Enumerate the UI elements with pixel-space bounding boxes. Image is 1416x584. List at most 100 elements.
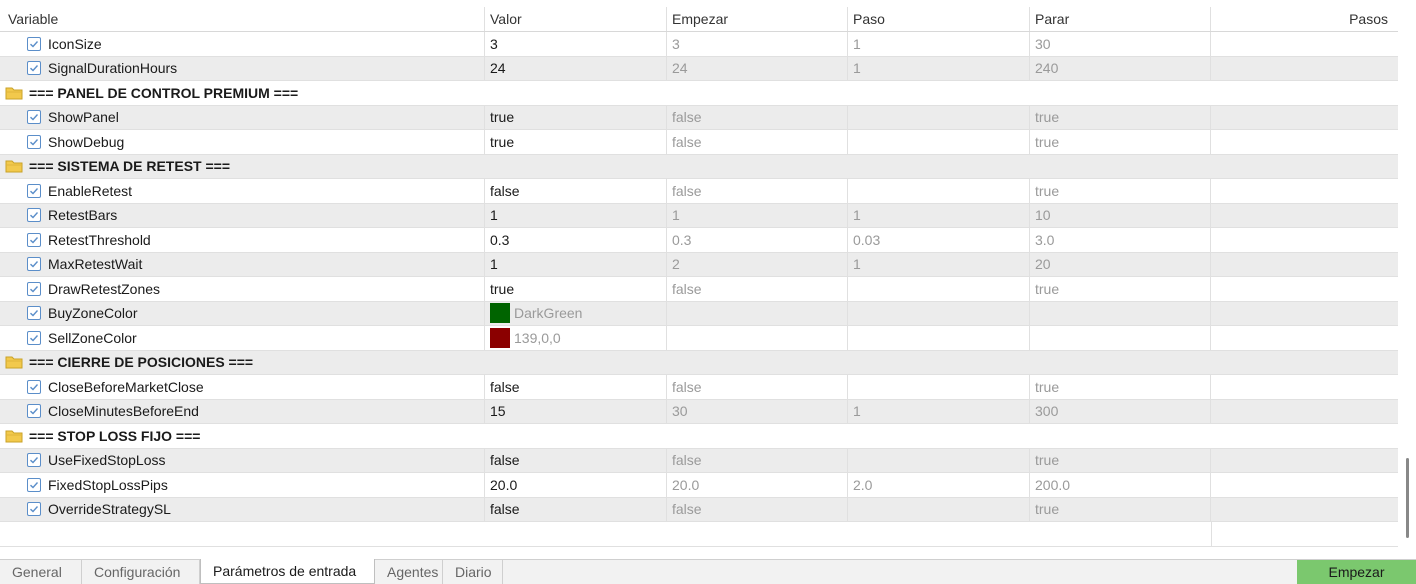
optimize-checkbox[interactable] [27,330,41,345]
step-cell[interactable]: 2.0 [848,473,1030,497]
group-row[interactable]: === SISTEMA DE RETEST === [0,154,1398,179]
start-cell[interactable]: false [667,448,848,472]
value-cell[interactable]: 15 [485,399,667,423]
parameter-row[interactable]: EnableRetest false false true [0,179,1398,204]
tab-configuracion[interactable]: Configuración [82,560,200,584]
vertical-scrollbar[interactable] [1404,0,1416,559]
start-button[interactable]: Empezar [1297,560,1416,584]
stop-cell[interactable]: 240 [1030,56,1211,80]
optimize-checkbox[interactable] [27,404,41,419]
header-start[interactable]: Empezar [667,7,848,31]
group-row[interactable]: === CIERRE DE POSICIONES === [0,350,1398,375]
step-cell[interactable] [848,277,1030,301]
value-cell[interactable]: true [485,130,667,154]
optimize-checkbox[interactable] [27,257,41,272]
value-cell[interactable]: 3 [485,32,667,56]
step-cell[interactable] [848,326,1030,350]
optimize-checkbox[interactable] [27,477,41,492]
optimize-checkbox[interactable] [27,281,41,296]
scrollbar-thumb[interactable] [1406,458,1409,538]
stop-cell[interactable]: true [1030,277,1211,301]
stop-cell[interactable] [1030,301,1211,325]
value-cell[interactable]: 1 [485,252,667,276]
start-cell[interactable]: false [667,497,848,521]
stop-cell[interactable]: 200.0 [1030,473,1211,497]
header-step[interactable]: Paso [848,7,1030,31]
parameter-row[interactable]: SellZoneColor 139,0,0 [0,326,1398,351]
step-cell[interactable] [848,375,1030,399]
optimize-checkbox[interactable] [27,61,41,76]
optimize-checkbox[interactable] [27,134,41,149]
step-cell[interactable]: 1 [848,252,1030,276]
value-cell[interactable]: false [485,448,667,472]
tab-agentes[interactable]: Agentes [375,560,443,584]
optimize-checkbox[interactable] [27,306,41,321]
start-cell[interactable]: 1 [667,203,848,227]
value-cell[interactable]: false [485,497,667,521]
value-cell[interactable]: false [485,375,667,399]
color-swatch[interactable] [490,303,510,324]
start-cell[interactable]: false [667,130,848,154]
value-cell[interactable]: false [485,179,667,203]
step-cell[interactable]: 0.03 [848,228,1030,252]
parameter-row[interactable]: UseFixedStopLoss false false true [0,448,1398,473]
value-cell[interactable]: 139,0,0 [485,326,667,350]
start-cell[interactable]: false [667,277,848,301]
stop-cell[interactable]: 30 [1030,32,1211,56]
stop-cell[interactable]: true [1030,130,1211,154]
step-cell[interactable] [848,130,1030,154]
stop-cell[interactable]: true [1030,179,1211,203]
start-cell[interactable]: false [667,375,848,399]
optimize-checkbox[interactable] [27,502,41,517]
parameter-row[interactable]: CloseMinutesBeforeEnd 15 30 1 300 [0,399,1398,424]
color-swatch[interactable] [490,327,510,348]
step-cell[interactable]: 1 [848,56,1030,80]
header-value[interactable]: Valor [485,7,667,31]
optimize-checkbox[interactable] [27,208,41,223]
group-row[interactable]: === STOP LOSS FIJO === [0,424,1398,449]
stop-cell[interactable]: 20 [1030,252,1211,276]
optimize-checkbox[interactable] [27,379,41,394]
start-cell[interactable]: false [667,179,848,203]
start-cell[interactable]: false [667,105,848,129]
start-cell[interactable] [667,301,848,325]
value-cell[interactable]: DarkGreen [485,301,667,325]
parameter-row[interactable]: DrawRetestZones true false true [0,277,1398,302]
step-cell[interactable] [848,448,1030,472]
start-cell[interactable] [667,326,848,350]
step-cell[interactable] [848,105,1030,129]
step-cell[interactable]: 1 [848,32,1030,56]
optimize-checkbox[interactable] [27,110,41,125]
optimize-checkbox[interactable] [27,36,41,51]
stop-cell[interactable] [1030,326,1211,350]
start-cell[interactable]: 2 [667,252,848,276]
value-cell[interactable]: 1 [485,203,667,227]
stop-cell[interactable]: 300 [1030,399,1211,423]
step-cell[interactable] [848,497,1030,521]
parameter-row[interactable]: BuyZoneColor DarkGreen [0,301,1398,326]
parameter-row[interactable]: RetestBars 1 1 1 10 [0,203,1398,228]
header-variable[interactable]: Variable [0,7,485,31]
tab-general[interactable]: General [0,560,82,584]
parameter-row[interactable]: MaxRetestWait 1 2 1 20 [0,252,1398,277]
step-cell[interactable] [848,179,1030,203]
value-cell[interactable]: true [485,277,667,301]
parameter-row[interactable]: IconSize 3 3 1 30 [0,32,1398,57]
parameter-row[interactable]: SignalDurationHours 24 24 1 240 [0,56,1398,81]
start-cell[interactable]: 0.3 [667,228,848,252]
parameter-row[interactable]: CloseBeforeMarketClose false false true [0,375,1398,400]
group-row[interactable]: === PANEL DE CONTROL PREMIUM === [0,81,1398,106]
header-stop[interactable]: Parar [1030,7,1211,31]
stop-cell[interactable]: true [1030,105,1211,129]
tab-parametros-de-entrada[interactable]: Parámetros de entrada [200,559,375,584]
step-cell[interactable] [848,301,1030,325]
start-cell[interactable]: 30 [667,399,848,423]
stop-cell[interactable]: true [1030,497,1211,521]
stop-cell[interactable]: 10 [1030,203,1211,227]
value-cell[interactable]: 0.3 [485,228,667,252]
parameter-row[interactable]: OverrideStrategySL false false true [0,497,1398,522]
value-cell[interactable]: 20.0 [485,473,667,497]
start-cell[interactable]: 20.0 [667,473,848,497]
value-cell[interactable]: true [485,105,667,129]
stop-cell[interactable]: true [1030,448,1211,472]
